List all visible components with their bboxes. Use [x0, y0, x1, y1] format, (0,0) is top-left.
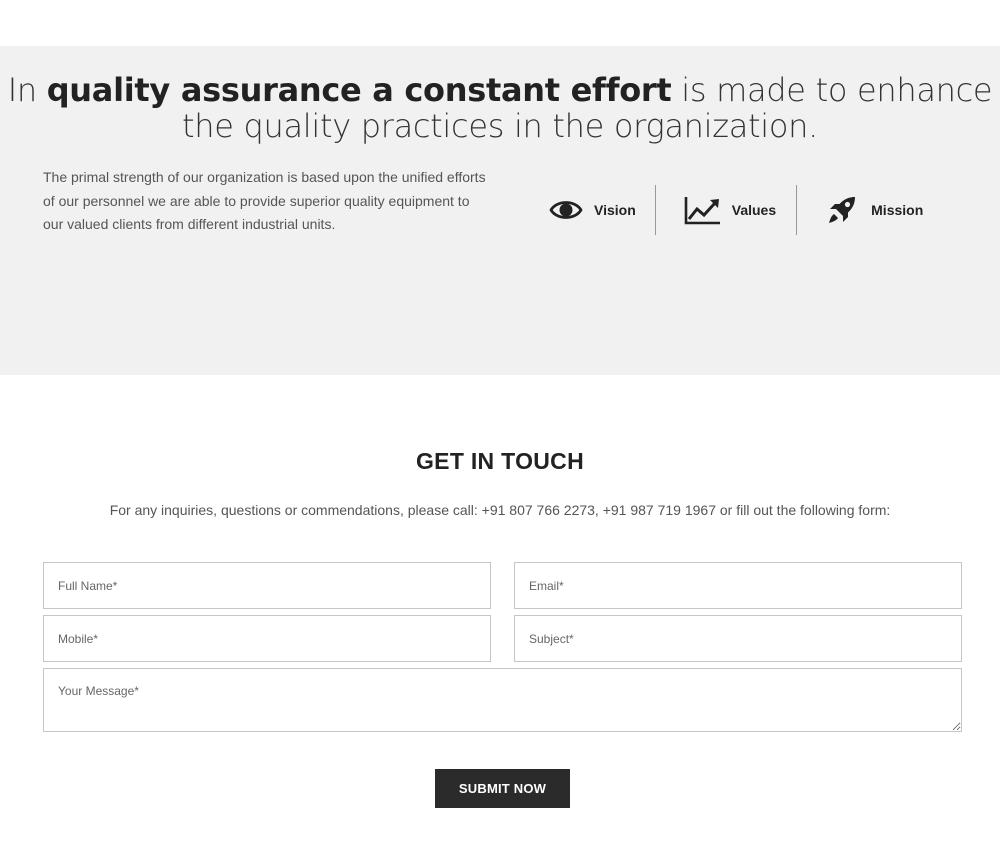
quality-headline: In quality assurance a constant effort i…	[0, 72, 1000, 144]
full-name-field[interactable]	[43, 562, 491, 609]
mobile-field[interactable]	[43, 615, 491, 662]
headline-lead: In	[7, 71, 47, 109]
pillar-vision-label: Vision	[594, 202, 636, 218]
headline-rest: is made to enhance	[671, 71, 993, 109]
pillar-vision[interactable]: Vision	[548, 185, 655, 235]
email-field[interactable]	[514, 562, 962, 609]
rocket-icon	[826, 194, 858, 226]
pillar-values-label: Values	[731, 202, 777, 218]
headline-bold: quality assurance a constant effort	[46, 71, 672, 109]
subject-field[interactable]	[514, 615, 962, 662]
pillar-mission-label: Mission	[871, 202, 924, 218]
pillar-values[interactable]: Values	[656, 185, 796, 235]
eye-icon	[548, 198, 584, 222]
pillar-tabs: Vision Values Mission	[548, 185, 923, 235]
submit-button[interactable]: SUBMIT NOW	[435, 769, 570, 808]
pillar-mission[interactable]: Mission	[797, 185, 923, 235]
quality-intro-text: The primal strength of our organization …	[43, 169, 486, 232]
message-field[interactable]	[43, 668, 962, 732]
get-in-touch-heading: GET IN TOUCH	[415, 448, 584, 474]
trending-chart-icon	[684, 195, 722, 225]
headline-line-2: the quality practices in the organizatio…	[181, 107, 819, 145]
contact-info-text: For any inquiries, questions or commenda…	[109, 502, 891, 518]
